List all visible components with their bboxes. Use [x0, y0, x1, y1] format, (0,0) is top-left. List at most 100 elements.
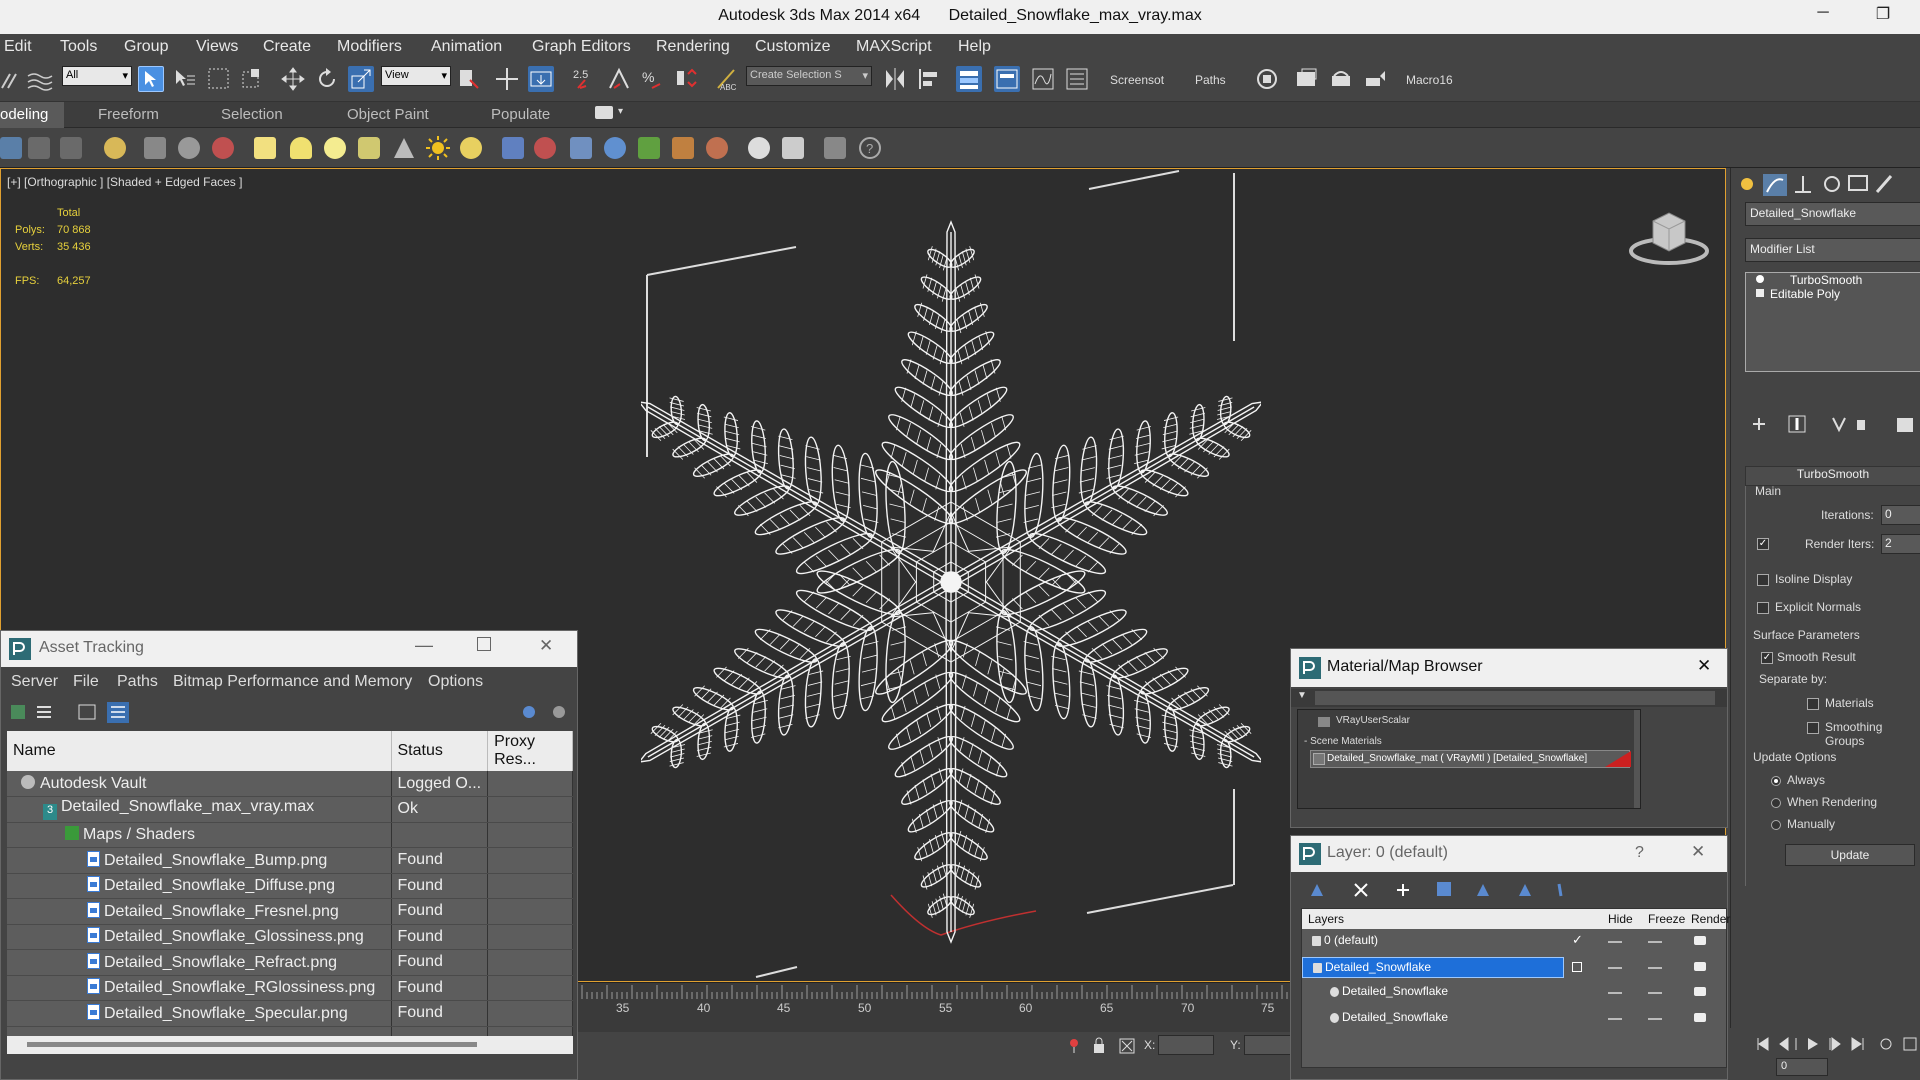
- add-layer-icon[interactable]: [1387, 878, 1413, 902]
- freeze-toggle[interactable]: [1648, 1017, 1662, 1020]
- material-search-bar[interactable]: ▼: [1291, 689, 1727, 707]
- plant-icon[interactable]: [638, 137, 660, 159]
- rectangle-selection-icon[interactable]: [206, 66, 232, 92]
- current-frame-field[interactable]: 0: [1776, 1058, 1828, 1076]
- freeze-toggle[interactable]: [1648, 941, 1662, 943]
- table-row[interactable]: Detailed_Snowflake_Bump.png Found: [7, 847, 573, 874]
- hide-toggle[interactable]: [1608, 966, 1622, 969]
- help-icon[interactable]: ?: [858, 136, 882, 160]
- render-iters-checkbox[interactable]: ✓: [1757, 538, 1769, 550]
- hide-toggle[interactable]: [1608, 941, 1622, 943]
- modifier-list-dropdown[interactable]: Modifier List: [1745, 238, 1920, 262]
- bulb-icon[interactable]: [1756, 275, 1764, 283]
- layer-row[interactable]: Detailed_Snowflake: [1302, 982, 1726, 1003]
- material-list-scrollbar[interactable]: [1634, 710, 1640, 808]
- paths-label[interactable]: Paths: [1195, 73, 1226, 87]
- menu-bitmap-performance[interactable]: Bitmap Performance and Memory: [173, 673, 412, 691]
- minimize-button[interactable]: ─: [1808, 4, 1838, 28]
- align-icon[interactable]: [916, 66, 942, 92]
- freeze-toggle[interactable]: [1648, 966, 1662, 969]
- displacement-icon[interactable]: [570, 137, 592, 159]
- mesh-light-icon[interactable]: [358, 137, 380, 159]
- chevron-down-icon[interactable]: ▾: [618, 106, 623, 117]
- schematic-view-icon[interactable]: [1064, 66, 1090, 92]
- table-row[interactable]: Maps / Shaders: [7, 822, 573, 848]
- column-render[interactable]: Render: [1691, 912, 1730, 926]
- table-row[interactable]: Detailed_Snowflake_Refract.png Found: [7, 949, 573, 976]
- turbosmooth-rollout-header[interactable]: TurboSmooth: [1745, 466, 1920, 486]
- next-frame-button[interactable]: [1826, 1034, 1848, 1054]
- render-iterative-icon[interactable]: [1362, 66, 1388, 92]
- tab-modeling[interactable]: odeling: [0, 106, 48, 123]
- previous-frame-button[interactable]: [1770, 1034, 1792, 1054]
- restore-button[interactable]: ❐: [1868, 4, 1898, 28]
- maximize-button[interactable]: [477, 637, 491, 651]
- proxy-icon[interactable]: [534, 137, 556, 159]
- tab-populate[interactable]: Populate: [491, 106, 550, 123]
- render-toggle[interactable]: [1694, 961, 1706, 971]
- material-sphere-icon[interactable]: [748, 137, 770, 159]
- tab-freeform[interactable]: Freeform: [98, 106, 159, 123]
- viewcube-icon[interactable]: [1625, 203, 1711, 269]
- show-end-result-toggle[interactable]: [1785, 412, 1811, 436]
- hide-toggle[interactable]: [1608, 1017, 1622, 1020]
- close-button[interactable]: ✕: [1691, 842, 1705, 862]
- menu-create[interactable]: Create: [263, 38, 311, 56]
- menu-edit[interactable]: Edit: [4, 38, 32, 56]
- scene-materials-group[interactable]: - Scene Materials: [1304, 736, 1382, 747]
- selection-filter-dropdown[interactable]: All ▾: [62, 66, 132, 86]
- keyboard-shortcut-override-icon[interactable]: [528, 66, 554, 92]
- column-name[interactable]: Name: [7, 731, 392, 771]
- viewport-layout-icon[interactable]: [0, 137, 22, 159]
- help-button[interactable]: ?: [1635, 844, 1644, 862]
- modify-tab[interactable]: [1763, 172, 1787, 194]
- column-freeze[interactable]: Freeze: [1648, 912, 1685, 926]
- modifier-editable-poly[interactable]: Editable Poly: [1770, 287, 1840, 301]
- menu-options[interactable]: Options: [428, 673, 483, 691]
- rendered-frame-window-icon[interactable]: [1294, 66, 1320, 92]
- table-row[interactable]: 3 Detailed_Snowflake_max_vray.max Ok: [7, 796, 573, 823]
- hair-icon[interactable]: [672, 137, 694, 159]
- filter-icon[interactable]: ▼: [1297, 690, 1307, 701]
- table-row[interactable]: Detailed_Snowflake_Diffuse.png Found: [7, 873, 573, 899]
- snowflake-model[interactable]: [641, 217, 1261, 947]
- menu-graph-editors[interactable]: Graph Editors: [532, 38, 631, 56]
- layer-row[interactable]: Detailed_Snowflake: [1302, 1008, 1726, 1029]
- table-row[interactable]: Detailed_Snowflake_Glossiness.png Found: [7, 924, 573, 950]
- menu-group[interactable]: Group: [124, 38, 168, 56]
- menu-tools[interactable]: Tools: [60, 38, 97, 56]
- close-button[interactable]: ✕: [539, 636, 553, 656]
- menu-views[interactable]: Views: [196, 38, 238, 56]
- mirror-icon[interactable]: [882, 66, 908, 92]
- table-row[interactable]: Detailed_Snowflake_Specular.png Found: [7, 1000, 573, 1027]
- layer-window-titlebar[interactable]: Layer: 0 (default) ? ✕: [1291, 836, 1727, 872]
- column-proxy-resolution[interactable]: Proxy Res...: [487, 731, 573, 771]
- texture-icon[interactable]: [706, 137, 728, 159]
- window-crossing-icon[interactable]: [240, 66, 266, 92]
- iterations-spinner[interactable]: 0: [1881, 505, 1920, 525]
- helper-icon[interactable]: [144, 137, 166, 159]
- smoothing-groups-checkbox[interactable]: [1807, 722, 1819, 734]
- table-row[interactable]: Autodesk Vault Logged O...: [7, 771, 573, 797]
- menu-modifiers[interactable]: Modifiers: [337, 38, 402, 56]
- spot-light-icon[interactable]: [392, 136, 416, 160]
- create-selection-set-dropdown[interactable]: Create Selection S ▾: [746, 66, 872, 86]
- select-object-icon[interactable]: [138, 66, 164, 92]
- light-icon[interactable]: [104, 137, 126, 159]
- render-production-icon[interactable]: [1328, 66, 1354, 92]
- set-current-layer-icon[interactable]: [1572, 961, 1582, 972]
- render-setup-icon[interactable]: [1254, 66, 1280, 92]
- current-layer-check-icon[interactable]: ✓: [1572, 932, 1583, 948]
- table-view-icon[interactable]: [101, 701, 125, 725]
- dome-light-icon[interactable]: [290, 137, 312, 159]
- when-rendering-radio[interactable]: [1771, 798, 1781, 808]
- scene-material-entry[interactable]: Detailed_Snowflake_mat ( VRayMtl ) [Deta…: [1310, 750, 1631, 768]
- play-button[interactable]: [1804, 1034, 1826, 1054]
- grid-icon[interactable]: [60, 137, 82, 159]
- select-by-name-icon[interactable]: [172, 66, 198, 92]
- ribbon-options-icon[interactable]: [595, 106, 613, 119]
- menu-animation[interactable]: Animation: [431, 38, 502, 56]
- modifier-turbosmooth[interactable]: TurboSmooth: [1790, 273, 1862, 287]
- go-to-start-button[interactable]: [1746, 1034, 1768, 1054]
- delete-layer-icon[interactable]: [1347, 878, 1373, 902]
